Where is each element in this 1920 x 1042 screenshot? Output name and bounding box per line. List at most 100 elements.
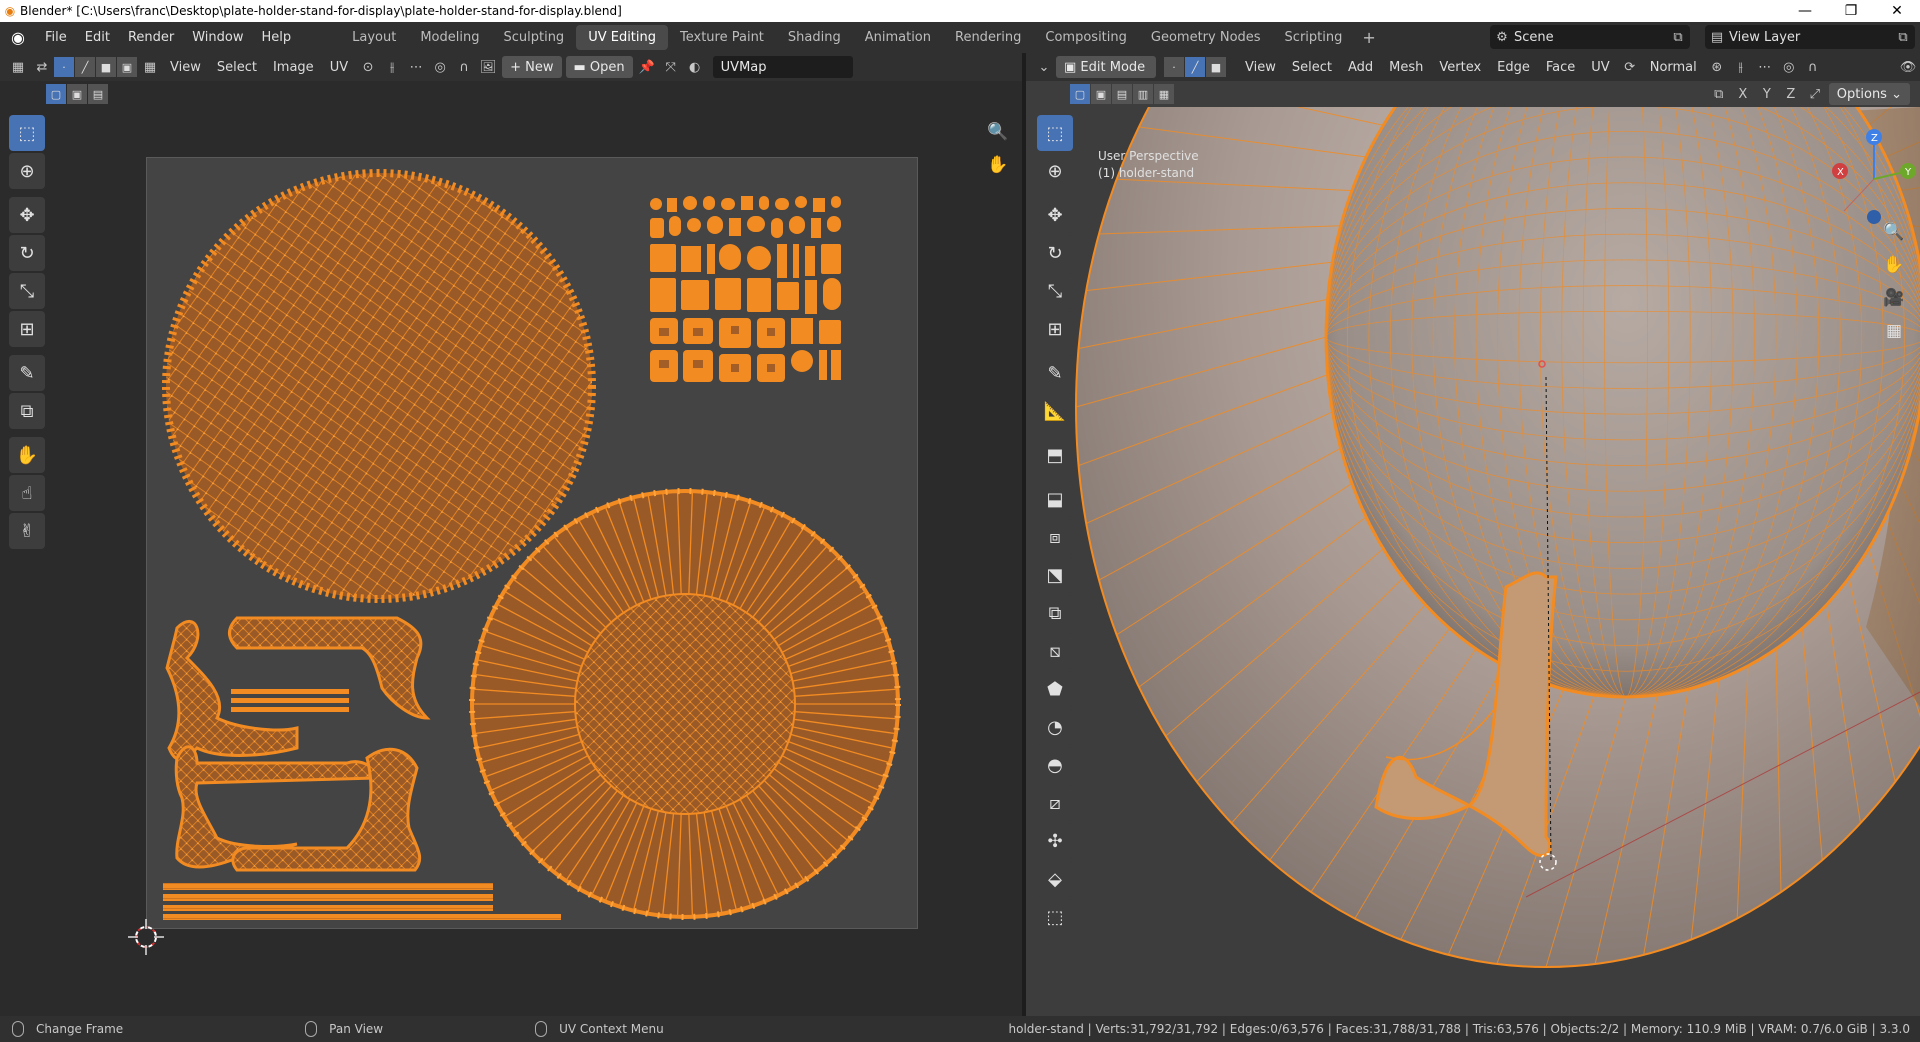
proportional-falloff-icon[interactable]: ∩ (1801, 56, 1825, 78)
vp-move-tool-icon[interactable]: ✥ (1037, 197, 1073, 233)
rip-region-tool-icon[interactable]: ⧉ (9, 393, 45, 429)
uvmap-field[interactable]: UVMap (712, 56, 853, 78)
move-tool-icon[interactable]: ✥ (9, 197, 45, 233)
sync-selection-icon[interactable]: ⇄ (30, 56, 54, 78)
select-extend-icon[interactable]: ▣ (67, 84, 87, 104)
vp-cursor-tool-icon[interactable]: ⊕ (1037, 153, 1073, 189)
zoom-icon[interactable]: 🔍 (983, 117, 1013, 147)
loop-cut-tool-icon[interactable]: ⧉ (1037, 595, 1073, 631)
uv-select-mode-toggles[interactable]: ▢ ▣ ▤ (46, 84, 109, 104)
tab-texture-paint[interactable]: Texture Paint (668, 25, 776, 50)
pan-hand-icon[interactable]: ✋ (983, 150, 1013, 180)
snap-icon[interactable]: ⫲ (380, 56, 404, 78)
vp-transform-tool-icon[interactable]: ⊞ (1037, 311, 1073, 347)
menu-vertex[interactable]: Vertex (1431, 60, 1489, 75)
scene-selector[interactable]: ⚙ Scene ⧉ (1490, 25, 1690, 49)
mirror-x-toggle[interactable]: X (1731, 83, 1755, 105)
menu-edit[interactable]: Edit (76, 30, 119, 45)
knife-tool-icon[interactable]: ⧅ (1037, 633, 1073, 669)
rotate-tool-icon[interactable]: ↻ (9, 235, 45, 271)
edge-select-icon[interactable]: ╱ (75, 57, 95, 77)
island-select-icon[interactable]: ▣ (117, 57, 137, 77)
falloff-icon[interactable]: ∩ (452, 56, 476, 78)
bevel-tool-icon[interactable]: ⬔ (1037, 557, 1073, 593)
options-dropdown[interactable]: Options ⌄ (1828, 83, 1910, 105)
vertex-mode-icon[interactable]: · (1164, 57, 1184, 77)
tab-geometry-nodes[interactable]: Geometry Nodes (1139, 25, 1273, 50)
mesh-select-mode-toggles[interactable]: · ╱ ■ (1164, 57, 1227, 77)
vp-scale-tool-icon[interactable]: ⤡ (1037, 273, 1073, 309)
menu-edge[interactable]: Edge (1489, 60, 1538, 75)
edge-mode-icon[interactable]: ╱ (1185, 57, 1205, 77)
vertex-select-icon[interactable]: · (54, 57, 74, 77)
menu-select[interactable]: Select (209, 60, 265, 75)
visibility-icon[interactable]: 👁 (1896, 56, 1920, 78)
menu-uv-3d[interactable]: UV (1583, 60, 1617, 75)
uv-snap-icon[interactable]: ⤧ (659, 56, 683, 78)
vp-select-box-tool-icon[interactable]: ⬚ (1037, 115, 1073, 151)
mode-dropdown[interactable]: ▣ Edit Mode (1056, 56, 1156, 78)
minimize-button[interactable]: — (1782, 3, 1828, 19)
select-subtract-icon[interactable]: ▤ (88, 84, 108, 104)
mirror-z-toggle[interactable]: Z (1779, 83, 1803, 105)
open-image-button[interactable]: ▬ Open (565, 56, 633, 78)
new-scene-icon[interactable]: ⧉ (1666, 26, 1690, 48)
proportional-icon[interactable]: ◎ (428, 56, 452, 78)
transform-tool-icon[interactable]: ⊞ (9, 311, 45, 347)
grab-tool-icon[interactable]: ✋ (9, 437, 45, 473)
add-cube-tool-icon[interactable]: ⬒ (1037, 437, 1073, 473)
viewport-scene[interactable] (1026, 107, 1920, 1016)
mirror-y-toggle[interactable]: Y (1755, 83, 1779, 105)
edge-slide-tool-icon[interactable]: ⧄ (1037, 785, 1073, 821)
relax-tool-icon[interactable]: ☝ (9, 475, 45, 511)
scale-tool-icon[interactable]: ⤡ (9, 273, 45, 309)
uv-island-small-parts[interactable] (650, 196, 841, 382)
select-box-tool-icon[interactable]: ⬚ (9, 115, 45, 151)
spin-tool-icon[interactable]: ◔ (1037, 709, 1073, 745)
add-workspace-icon[interactable]: + (1354, 28, 1383, 47)
vp-zoom-icon[interactable]: 🔍 (1879, 217, 1909, 247)
menu-mesh[interactable]: Mesh (1381, 60, 1431, 75)
pinch-tool-icon[interactable]: ✌ (9, 513, 45, 549)
new-image-button[interactable]: + New (502, 56, 562, 78)
inset-tool-icon[interactable]: ⧈ (1037, 519, 1073, 555)
auto-merge-icon[interactable]: ⤢ (1803, 83, 1827, 105)
tab-scripting[interactable]: Scripting (1273, 25, 1355, 50)
editor-type-icon[interactable]: ▦ (6, 56, 30, 78)
tab-uv-editing[interactable]: UV Editing (576, 25, 669, 50)
rip-tool-icon[interactable]: ⬚ (1037, 899, 1073, 935)
menu-face[interactable]: Face (1538, 60, 1583, 75)
menu-help[interactable]: Help (253, 30, 301, 45)
menu-select-3d[interactable]: Select (1284, 60, 1340, 75)
smooth-tool-icon[interactable]: ◓ (1037, 747, 1073, 783)
maximize-button[interactable]: ❐ (1828, 3, 1874, 19)
face-select-icon[interactable]: ■ (96, 57, 116, 77)
vp-rotate-tool-icon[interactable]: ↻ (1037, 235, 1073, 271)
shear-tool-icon[interactable]: ⬙ (1037, 861, 1073, 897)
orientation-dropdown[interactable]: Normal (1642, 60, 1705, 75)
close-button[interactable]: ✕ (1874, 3, 1920, 19)
menu-add[interactable]: Add (1340, 60, 1381, 75)
pivot-icon[interactable]: ⊙ (356, 56, 380, 78)
new-view-layer-icon[interactable]: ⧉ (1891, 26, 1915, 48)
ortho-toggle-icon[interactable]: ▦ (1879, 316, 1909, 346)
uv-editor[interactable]: ▦ ⇄ · ╱ ■ ▣ ▦ View Select Image UV ⊙ ⫲ ⋯… (0, 53, 1022, 1016)
select-new-icon[interactable]: ▢ (46, 84, 66, 104)
poly-build-tool-icon[interactable]: ⬟ (1037, 671, 1073, 707)
menu-view[interactable]: View (162, 60, 209, 75)
uv-island-disc[interactable] (162, 169, 596, 603)
proportional-edit-icon[interactable]: ◎ (1777, 56, 1801, 78)
chevron-down-icon[interactable]: ⌄ (1032, 56, 1056, 78)
viewport-select-mode-toggles[interactable]: ▢ ▣ ▤ ▥ ▦ (1070, 84, 1175, 104)
view-layer-selector[interactable]: ▤ View Layer ⧉ (1705, 25, 1915, 49)
mirror-icon[interactable]: ⧉ (1707, 83, 1731, 105)
uv-image-canvas[interactable] (146, 157, 918, 929)
snap-increment-icon[interactable]: ⋯ (404, 56, 428, 78)
tab-layout[interactable]: Layout (340, 25, 408, 50)
menu-image[interactable]: Image (265, 60, 322, 75)
tab-animation[interactable]: Animation (853, 25, 943, 50)
vp-pan-icon[interactable]: ✋ (1879, 250, 1909, 280)
3d-viewport[interactable]: ⌄ ▣ Edit Mode · ╱ ■ View Select Add Mesh… (1026, 53, 1920, 1016)
uv-island-radial-disc[interactable] (469, 488, 901, 920)
face-mode-icon[interactable]: ■ (1206, 57, 1226, 77)
